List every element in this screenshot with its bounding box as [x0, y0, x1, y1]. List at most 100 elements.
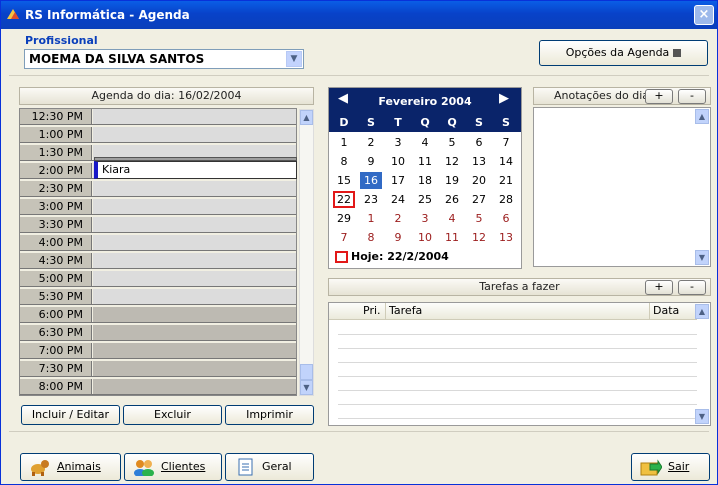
dow-label: S	[502, 116, 510, 129]
slot-row[interactable]: 3:30 PM	[20, 217, 296, 233]
close-button[interactable]: ×	[694, 5, 714, 25]
add-note-button[interactable]: +	[645, 89, 673, 104]
calendar-day[interactable]: 15	[333, 172, 355, 189]
close-icon: ×	[698, 7, 710, 22]
slot-row[interactable]: 7:30 PM	[20, 361, 296, 377]
dow-label: S	[475, 116, 483, 129]
geral-button[interactable]: Geral	[225, 453, 314, 481]
calendar-day[interactable]: 8	[333, 153, 355, 170]
slot-row[interactable]: 7:00 PM	[20, 343, 296, 359]
scroll-up-icon[interactable]: ▲	[300, 110, 313, 125]
calendar-day[interactable]: 4	[414, 134, 436, 151]
slot-row[interactable]: 8:00 PM	[20, 379, 296, 395]
calendar-day[interactable]: 9	[387, 229, 409, 246]
calendar-day[interactable]: 10	[414, 229, 436, 246]
slot-row[interactable]: 12:30 PM	[20, 109, 296, 125]
calendar-day[interactable]: 25	[414, 191, 436, 208]
calendar-day[interactable]: 5	[468, 210, 490, 227]
appointment-entry[interactable]: Kiara	[94, 161, 297, 179]
scroll-up-icon[interactable]: ▲	[695, 304, 709, 319]
slot-row[interactable]: 4:00 PM	[20, 235, 296, 251]
calendar-day[interactable]: 3	[414, 210, 436, 227]
calendar-day[interactable]: 16	[360, 172, 382, 189]
calendar-day[interactable]: 4	[441, 210, 463, 227]
slot-row[interactable]: 4:30 PM	[20, 253, 296, 269]
calendar-day[interactable]: 22	[333, 191, 355, 208]
calendar-day[interactable]: 7	[495, 134, 517, 151]
scroll-down-icon[interactable]: ▼	[300, 380, 313, 395]
calendar-day[interactable]: 3	[387, 134, 409, 151]
col-pri[interactable]: Pri.	[363, 303, 381, 319]
agenda-header: Agenda do dia: 16/02/2004	[19, 87, 314, 105]
scroll-down-icon[interactable]: ▼	[695, 250, 709, 265]
scroll-up-icon[interactable]: ▲	[695, 109, 709, 124]
remove-note-button[interactable]: -	[678, 89, 706, 104]
tasks-title: Tarefas a fazer	[479, 280, 560, 293]
calendar-day[interactable]: 9	[360, 153, 382, 170]
animais-button[interactable]: Animais	[20, 453, 121, 481]
add-task-button[interactable]: +	[645, 280, 673, 295]
today-indicator[interactable]: Hoje: 22/2/2004	[335, 250, 449, 263]
scroll-down-icon[interactable]: ▼	[695, 409, 709, 424]
calendar-day[interactable]: 19	[441, 172, 463, 189]
calendar-day[interactable]: 26	[441, 191, 463, 208]
calendar-day[interactable]: 23	[360, 191, 382, 208]
calendar-day[interactable]: 8	[360, 229, 382, 246]
calendar-day[interactable]: 2	[360, 134, 382, 151]
opcoes-agenda-button[interactable]: Opções da Agenda	[539, 40, 708, 66]
calendar-day[interactable]: 1	[360, 210, 382, 227]
profissional-combo[interactable]: MOEMA DA SILVA SANTOS ▼	[24, 49, 304, 69]
slot-time: 6:30 PM	[20, 325, 92, 340]
calendar-day[interactable]: 18	[414, 172, 436, 189]
calendar-day[interactable]: 11	[441, 229, 463, 246]
incluir-editar-button[interactable]: Incluir / Editar	[21, 405, 120, 425]
slot-row[interactable]: 6:00 PM	[20, 307, 296, 323]
calendar-day[interactable]: 10	[387, 153, 409, 170]
excluir-button[interactable]: Excluir	[123, 405, 222, 425]
next-month-icon[interactable]: ▶	[499, 91, 509, 106]
slot-time: 6:00 PM	[20, 307, 92, 322]
slot-row[interactable]: 5:00 PM	[20, 271, 296, 287]
calendar-day[interactable]: 2	[387, 210, 409, 227]
calendar-day[interactable]: 27	[468, 191, 490, 208]
title-bar: RS Informática - Agenda ×	[1, 1, 717, 29]
calendar-day[interactable]: 17	[387, 172, 409, 189]
imprimir-button[interactable]: Imprimir	[225, 405, 314, 425]
slot-row[interactable]: 2:30 PM	[20, 181, 296, 197]
slot-row[interactable]: 5:30 PM	[20, 289, 296, 305]
col-data[interactable]: Data	[649, 303, 679, 319]
calendar-day[interactable]: 24	[387, 191, 409, 208]
app-icon	[7, 9, 19, 19]
dow-label: Q	[447, 116, 457, 129]
slot-row[interactable]: 1:00 PM	[20, 127, 296, 143]
calendar-day[interactable]: 1	[333, 134, 355, 151]
col-tarefa[interactable]: Tarefa	[385, 303, 422, 319]
calendar-day[interactable]: 12	[441, 153, 463, 170]
calendar-day[interactable]: 5	[441, 134, 463, 151]
calendar-day[interactable]: 7	[333, 229, 355, 246]
calendar-day[interactable]: 6	[468, 134, 490, 151]
calendar-day[interactable]: 14	[495, 153, 517, 170]
calendar-day[interactable]: 12	[468, 229, 490, 246]
calendar-day[interactable]: 28	[495, 191, 517, 208]
clientes-button[interactable]: Clientes	[124, 453, 222, 481]
calendar-day[interactable]: 21	[495, 172, 517, 189]
slot-row[interactable]: 3:00 PM	[20, 199, 296, 215]
calendar-day[interactable]: 13	[495, 229, 517, 246]
calendar-header: ◀ Fevereiro 2004 ▶ D S T Q Q S S	[329, 88, 521, 132]
chevron-down-icon[interactable]: ▼	[286, 51, 302, 67]
calendar-day[interactable]: 13	[468, 153, 490, 170]
profissional-label: Profissional	[25, 34, 98, 47]
slot-row[interactable]: 6:30 PM	[20, 325, 296, 341]
calendar-day[interactable]: 29	[333, 210, 355, 227]
opcoes-agenda-label: Opções da Agenda	[565, 46, 670, 59]
slot-time: 1:00 PM	[20, 127, 92, 142]
sair-button[interactable]: Sair	[631, 453, 710, 481]
calendar-day[interactable]: 20	[468, 172, 490, 189]
remove-task-button[interactable]: -	[678, 280, 706, 295]
agenda-scrollbar[interactable]: ▲ ▼	[299, 109, 314, 396]
notes-textarea[interactable]: ▲ ▼	[533, 107, 711, 267]
calendar-day[interactable]: 6	[495, 210, 517, 227]
scroll-thumb[interactable]	[300, 364, 313, 380]
calendar-day[interactable]: 11	[414, 153, 436, 170]
